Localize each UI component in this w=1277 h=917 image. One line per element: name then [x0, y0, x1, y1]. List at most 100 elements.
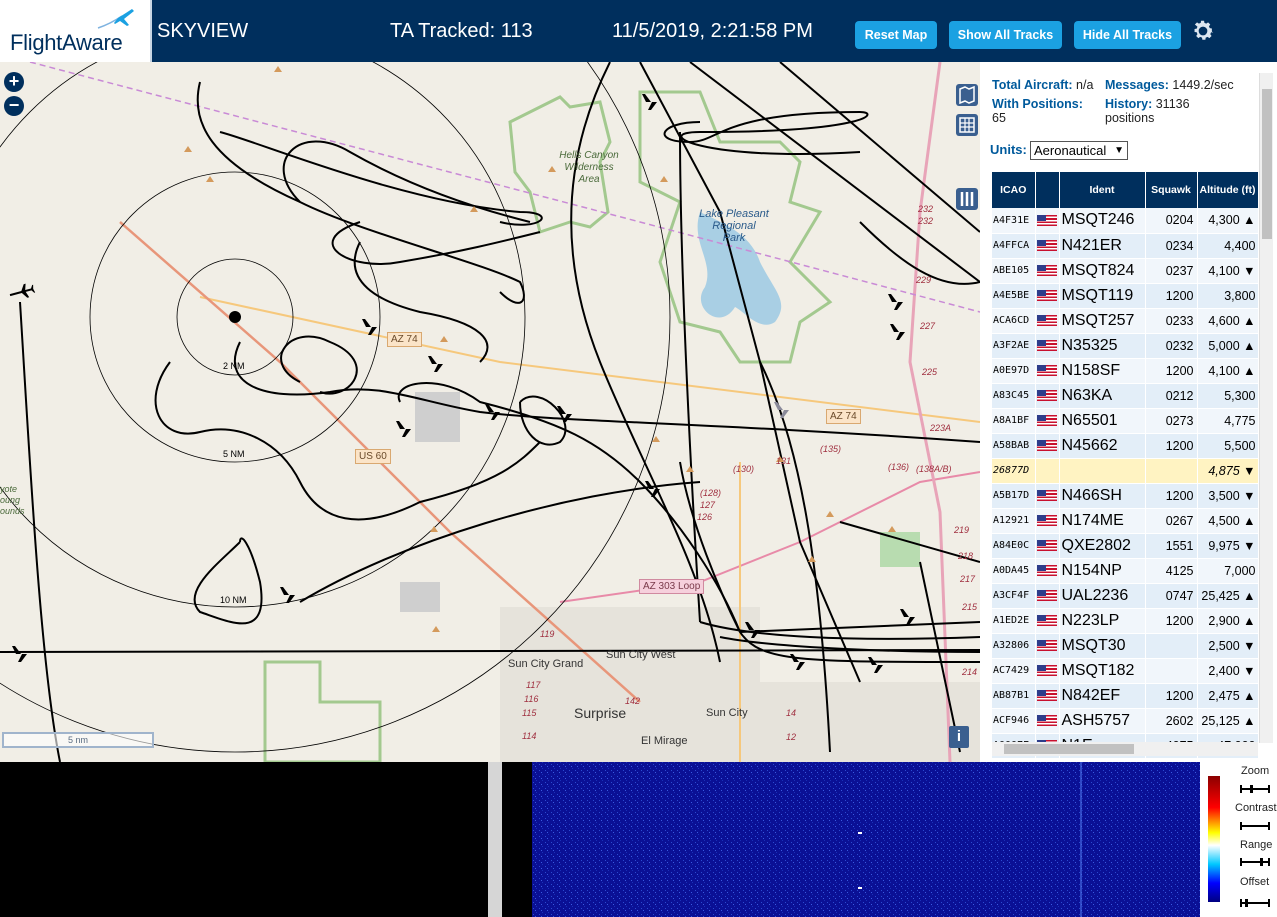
- zoom-out-button[interactable]: −: [4, 96, 24, 116]
- col-icao[interactable]: ICAO: [992, 172, 1036, 208]
- show-all-tracks-button[interactable]: Show All Tracks: [949, 21, 1062, 49]
- table-row[interactable]: A84E0C QXE2802 1551 9,975 ▼: [992, 533, 1259, 559]
- messages-value: 1449.2/sec: [1172, 78, 1234, 92]
- range-slider[interactable]: [1240, 856, 1270, 868]
- total-aircraft-label: Total Aircraft:: [992, 78, 1073, 92]
- columns-button[interactable]: [956, 188, 978, 210]
- us-flag-icon: [1037, 714, 1057, 726]
- table-row[interactable]: A58BAB N45662 1200 5,500: [992, 433, 1259, 459]
- col-ident[interactable]: Ident: [1059, 172, 1146, 208]
- exit-label: 232: [918, 204, 934, 214]
- table-row[interactable]: AB87B1 N842EF 1200 2,475 ▲: [992, 683, 1259, 709]
- altitude-cell: 25,125 ▲: [1197, 708, 1259, 734]
- table-row[interactable]: ACA6CD MSQT257 0233 4,600 ▲: [992, 308, 1259, 334]
- header-bar: FlightAware SKYVIEW TA Tracked: 113 11/5…: [0, 0, 1277, 62]
- table-row[interactable]: 26877D 4,875 ▼: [992, 458, 1259, 484]
- table-row[interactable]: A4F31E MSQT246 0204 4,300 ▲: [992, 208, 1259, 234]
- table-row[interactable]: A1ED2E N223LP 1200 2,900 ▲: [992, 608, 1259, 634]
- zoom-slider[interactable]: [1240, 783, 1270, 795]
- table-row[interactable]: A3CF4F UAL2236 0747 25,425 ▲: [992, 583, 1259, 609]
- table-row[interactable]: A12921 N174ME 0267 4,500 ▲: [992, 508, 1259, 534]
- table-row[interactable]: A32806 MSQT30 2,500 ▼: [992, 633, 1259, 659]
- flag-cell: [1035, 558, 1060, 584]
- logo-text: FlightAware: [10, 30, 123, 55]
- plane-icon: [878, 294, 903, 310]
- col-altitude[interactable]: Altitude (ft): [1197, 172, 1259, 208]
- exit-label: 131: [776, 456, 792, 466]
- exit-label: 217: [960, 574, 976, 584]
- info-button[interactable]: i: [949, 726, 969, 748]
- flag-cell: [1035, 683, 1060, 709]
- sidebar-scrollbar[interactable]: [1259, 73, 1273, 743]
- hide-all-tracks-button[interactable]: Hide All Tracks: [1074, 21, 1181, 49]
- hscrollbar-thumb[interactable]: [1004, 744, 1134, 754]
- exit-label: 214: [962, 667, 978, 677]
- squawk-cell: [1145, 458, 1198, 484]
- flag-cell: [1035, 658, 1060, 684]
- table-row[interactable]: ACF946 ASH5757 2602 25,125 ▲: [992, 708, 1259, 734]
- squawk-cell: 1200: [1145, 358, 1198, 384]
- plane-icon: [890, 609, 915, 625]
- table-row[interactable]: A0DA45 N154NP 4125 7,000: [992, 558, 1259, 584]
- panel-divider[interactable]: [488, 762, 502, 917]
- icao-cell: A3F2AE: [992, 333, 1036, 359]
- squawk-cell: 0273: [1145, 408, 1198, 434]
- ident-cell: QXE2802: [1059, 533, 1146, 559]
- history-value: 31136: [1155, 97, 1190, 111]
- gear-icon[interactable]: [1190, 18, 1216, 44]
- us-flag-icon: [1037, 214, 1057, 226]
- map-view[interactable]: Hells Canyon Wilderness Area Lake Pleasant…: [0, 62, 980, 762]
- table-row[interactable]: A3F2AE N35325 0232 5,000 ▲: [992, 333, 1259, 359]
- ident-cell: N35325: [1059, 333, 1146, 359]
- flag-cell: [1035, 633, 1060, 659]
- contrast-slider[interactable]: [1240, 820, 1270, 832]
- scrollbar-thumb[interactable]: [1262, 89, 1272, 239]
- offset-label: Offset: [1240, 876, 1270, 888]
- reset-map-button[interactable]: Reset Map: [855, 21, 937, 49]
- units-select[interactable]: Aeronautical ▼: [1030, 141, 1128, 160]
- road-az74: [199, 296, 980, 423]
- zoom-label: Zoom: [1241, 765, 1270, 777]
- table-row[interactable]: A5B17D N466SH 1200 3,500 ▼: [992, 483, 1259, 509]
- flag-cell: [1035, 283, 1060, 309]
- table-hscrollbar[interactable]: [992, 742, 1258, 756]
- altitude-cell: 4,775: [1197, 408, 1259, 434]
- aircraft-table-body: A4F31E MSQT246 0204 4,300 ▲ A4FFCA N421ER 0234…: [992, 208, 1259, 759]
- color-scale: [1208, 776, 1220, 902]
- zoom-in-button[interactable]: +: [4, 72, 24, 92]
- layers-button[interactable]: [956, 84, 978, 106]
- squawk-cell: [1145, 633, 1198, 659]
- ident-cell: ASH5757: [1059, 708, 1146, 734]
- table-row[interactable]: AC7429 MSQT182 2,400 ▼: [992, 658, 1259, 684]
- altitude-cell: 4,600 ▲: [1197, 308, 1259, 334]
- exit-label: (136): [888, 462, 910, 472]
- table-row[interactable]: A8A1BF N65501 0273 4,775: [992, 408, 1259, 434]
- altitude-cell: 7,000: [1197, 558, 1259, 584]
- col-squawk[interactable]: Squawk: [1145, 172, 1198, 208]
- waterfall-display[interactable]: [532, 762, 1200, 917]
- exit-label: 117: [526, 680, 541, 690]
- us-flag-icon: [1037, 539, 1057, 551]
- squawk-cell: 1200: [1145, 683, 1198, 709]
- plane-icon: [418, 356, 443, 372]
- plane-icon: [9, 283, 36, 298]
- squawk-cell: 4125: [1145, 558, 1198, 584]
- positions-value: 65: [992, 111, 1006, 125]
- squawk-cell: 1200: [1145, 283, 1198, 309]
- icao-cell: 26877D: [992, 458, 1036, 484]
- icao-cell: A8A1BF: [992, 408, 1036, 434]
- grid-button[interactable]: [956, 114, 978, 136]
- table-row[interactable]: A4E5BE MSQT119 1200 3,800: [992, 283, 1259, 309]
- altitude-cell: 5,500: [1197, 433, 1259, 459]
- flightaware-logo[interactable]: FlightAware: [0, 0, 152, 62]
- col-flag[interactable]: [1035, 172, 1060, 208]
- table-row[interactable]: A83C45 N63KA 0212 5,300: [992, 383, 1259, 409]
- ident-cell: N158SF: [1059, 358, 1146, 384]
- table-row[interactable]: ABE105 MSQT824 0237 4,100 ▼: [992, 258, 1259, 284]
- offset-slider[interactable]: [1240, 897, 1270, 909]
- icao-cell: A5B17D: [992, 483, 1036, 509]
- flag-cell: [1035, 208, 1060, 234]
- us-flag-icon: [1037, 264, 1057, 276]
- table-row[interactable]: A4FFCA N421ER 0234 4,400: [992, 233, 1259, 259]
- table-row[interactable]: A0E97D N158SF 1200 4,100 ▲: [992, 358, 1259, 384]
